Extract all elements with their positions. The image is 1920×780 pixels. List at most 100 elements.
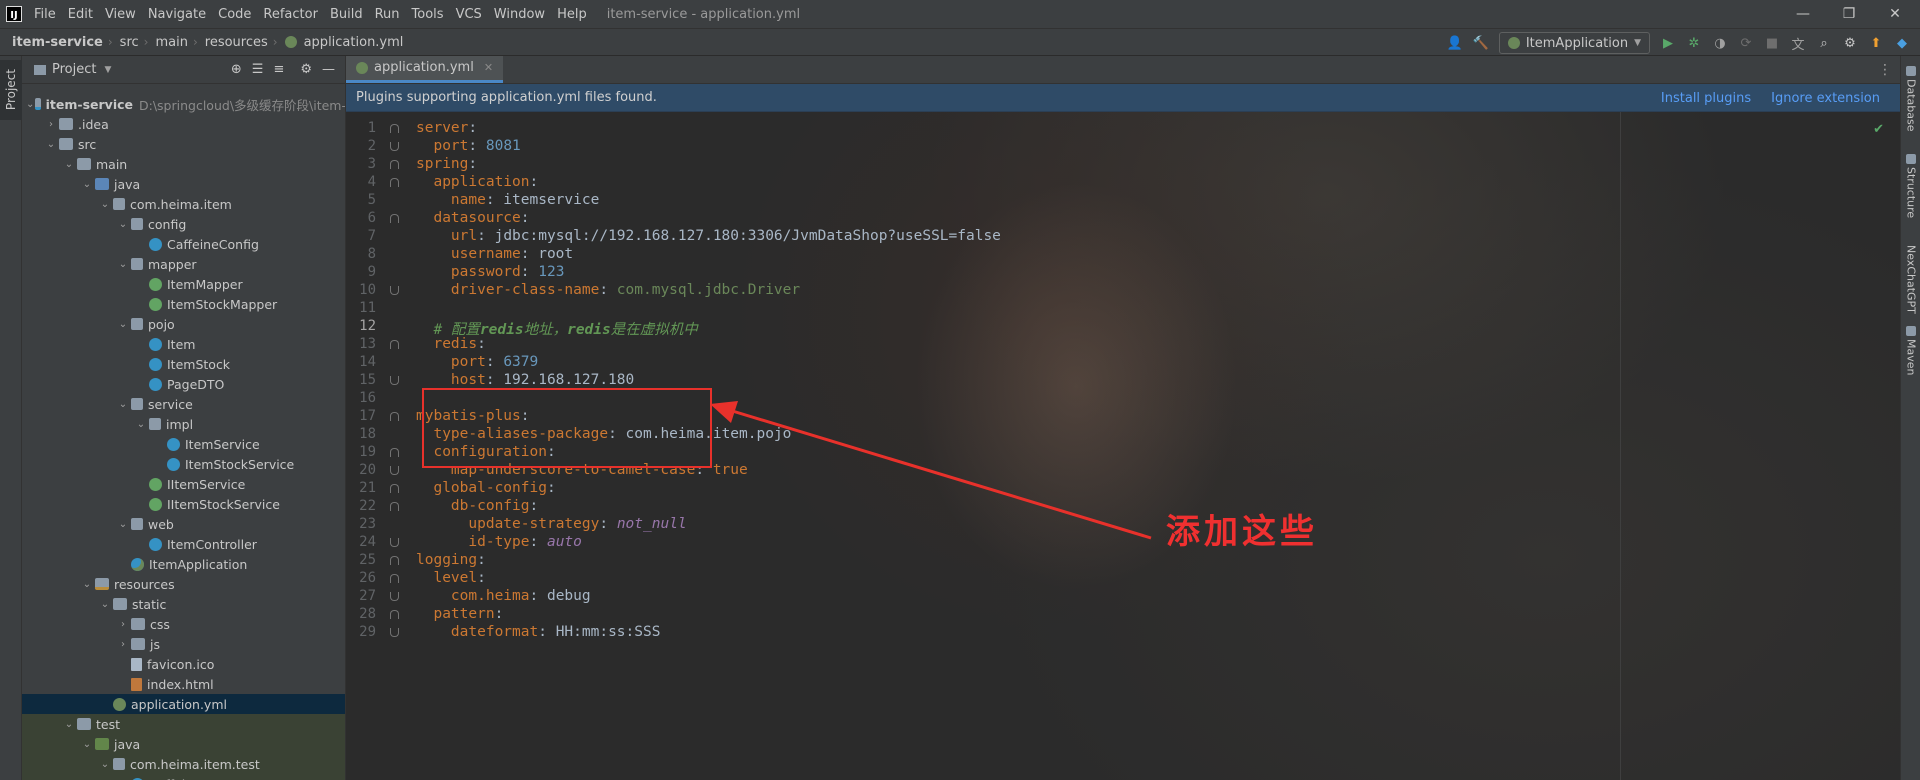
menu-help[interactable]: Help <box>551 7 593 22</box>
chevron-down-icon[interactable]: ⌄ <box>80 739 94 750</box>
fold-marker-icon[interactable] <box>390 448 399 457</box>
maven-tool-tab[interactable]: Maven <box>1901 326 1920 375</box>
tree-item[interactable]: favicon.ico <box>22 654 345 674</box>
fold-marker-icon[interactable] <box>390 178 399 187</box>
hide-icon[interactable]: — <box>322 62 335 77</box>
chevron-right-icon[interactable]: › <box>44 119 58 130</box>
tree-item[interactable]: index.html <box>22 674 345 694</box>
tab-application-yml[interactable]: application.yml ✕ <box>346 56 504 83</box>
fold-marker-icon[interactable] <box>390 160 399 169</box>
fold-marker-icon[interactable] <box>390 124 399 133</box>
menu-vcs[interactable]: VCS <box>450 7 488 22</box>
chevron-down-icon[interactable]: ⌄ <box>116 519 130 530</box>
chevron-down-icon[interactable]: ⌄ <box>98 599 112 610</box>
expand-all-icon[interactable]: ☰ <box>252 62 264 77</box>
tree-item[interactable]: PageDTO <box>22 374 345 394</box>
tree-item[interactable]: ⌄ config <box>22 214 345 234</box>
build-hammer-icon[interactable]: 🔨 <box>1473 35 1489 51</box>
menu-code[interactable]: Code <box>212 7 257 22</box>
settings-icon[interactable]: ⚙ <box>1842 35 1858 51</box>
tree-item[interactable]: ⌄ pojo <box>22 314 345 334</box>
breadcrumb-src[interactable]: src <box>116 35 141 50</box>
tree-item[interactable]: ⌄ java <box>22 174 345 194</box>
menu-window[interactable]: Window <box>488 7 551 22</box>
menu-edit[interactable]: Edit <box>62 7 99 22</box>
tree-item[interactable]: ⌄ test <box>22 714 345 734</box>
tree-item[interactable]: › css <box>22 614 345 634</box>
run-icon[interactable]: ▶ <box>1660 35 1676 51</box>
tree-item[interactable]: ⌄ service <box>22 394 345 414</box>
menu-view[interactable]: View <box>99 7 142 22</box>
minimize-icon[interactable]: — <box>1780 0 1826 28</box>
tree-item[interactable]: CaffeineConfig <box>22 234 345 254</box>
menu-run[interactable]: Run <box>369 7 406 22</box>
tree-item[interactable]: ⌄ java <box>22 734 345 754</box>
tree-item[interactable]: ⌄ item-service D:\springcloud\多级缓存阶段\item- <box>22 94 345 114</box>
tree-item[interactable]: › js <box>22 634 345 654</box>
profile-icon[interactable]: ⟳ <box>1738 35 1754 51</box>
chevron-down-icon[interactable]: ▼ <box>104 65 111 75</box>
user-icon[interactable]: 👤 <box>1447 35 1463 51</box>
gear-icon[interactable]: ⚙ <box>300 62 312 77</box>
stop-icon[interactable]: ■ <box>1764 35 1780 51</box>
chevron-down-icon[interactable]: ⌄ <box>80 179 94 190</box>
close-icon[interactable]: ✕ <box>1872 0 1918 28</box>
chevron-down-icon[interactable]: ⌄ <box>98 199 112 210</box>
menu-navigate[interactable]: Navigate <box>142 7 212 22</box>
breadcrumb-module[interactable]: item-service <box>0 35 105 50</box>
fold-marker-icon[interactable] <box>390 466 399 475</box>
tree-item[interactable]: application.yml <box>22 694 345 714</box>
install-plugins-link[interactable]: Install plugins <box>1661 91 1751 106</box>
chevron-down-icon[interactable]: ⌄ <box>26 99 34 110</box>
fold-marker-icon[interactable] <box>390 538 399 547</box>
chevron-down-icon[interactable]: ⌄ <box>80 579 94 590</box>
coverage-icon[interactable]: ◑ <box>1712 35 1728 51</box>
fold-marker-icon[interactable] <box>390 286 399 295</box>
fold-marker-icon[interactable] <box>390 214 399 223</box>
tree-item[interactable]: ItemStockService <box>22 454 345 474</box>
fold-marker-icon[interactable] <box>390 484 399 493</box>
menu-tools[interactable]: Tools <box>406 7 450 22</box>
tree-item[interactable]: ⌄ resources <box>22 574 345 594</box>
menu-build[interactable]: Build <box>324 7 369 22</box>
breadcrumb-resources[interactable]: resources <box>201 35 270 50</box>
fold-marker-icon[interactable] <box>390 412 399 421</box>
fold-marker-icon[interactable] <box>390 628 399 637</box>
tree-item[interactable]: IItemStockService <box>22 494 345 514</box>
breadcrumb-main[interactable]: main <box>151 35 189 50</box>
tree-item[interactable]: ⌄ com.heima.item <box>22 194 345 214</box>
structure-tool-tab[interactable]: Structure <box>1901 154 1920 218</box>
close-tab-icon[interactable]: ✕ <box>484 61 493 74</box>
run-configuration-dropdown[interactable]: ItemApplication ▼ <box>1498 32 1650 54</box>
database-tool-tab[interactable]: Database <box>1901 66 1920 132</box>
tree-item[interactable]: ItemService <box>22 434 345 454</box>
tree-item[interactable]: ItemController <box>22 534 345 554</box>
tree-item[interactable]: ItemStock <box>22 354 345 374</box>
chevron-right-icon[interactable]: › <box>116 619 130 630</box>
plugin-logo-icon[interactable]: ◆ <box>1894 35 1910 51</box>
chevron-down-icon[interactable]: ⌄ <box>134 419 148 430</box>
search-icon[interactable]: ⌕ <box>1816 35 1832 51</box>
tree-item[interactable]: Item <box>22 334 345 354</box>
translate-icon[interactable]: 文 <box>1790 35 1806 53</box>
chevron-down-icon[interactable]: ⌄ <box>98 759 112 770</box>
chevron-down-icon[interactable]: ⌄ <box>116 219 130 230</box>
tree-item[interactable]: ⌄ impl <box>22 414 345 434</box>
fold-marker-icon[interactable] <box>390 574 399 583</box>
tree-item[interactable]: ⌄ static <box>22 594 345 614</box>
restore-icon[interactable]: ❐ <box>1826 0 1872 28</box>
chevron-right-icon[interactable]: › <box>116 639 130 650</box>
fold-marker-icon[interactable] <box>390 556 399 565</box>
fold-marker-icon[interactable] <box>390 502 399 511</box>
fold-marker-icon[interactable] <box>390 376 399 385</box>
chevron-down-icon[interactable]: ⌄ <box>116 399 130 410</box>
tree-item[interactable]: CaffeineTest <box>22 774 345 780</box>
tree-item[interactable]: ItemMapper <box>22 274 345 294</box>
tree-item[interactable]: ⌄ src <box>22 134 345 154</box>
tree-item[interactable]: ItemStockMapper <box>22 294 345 314</box>
more-tabs-icon[interactable]: ⋮ <box>1878 62 1892 78</box>
chevron-down-icon[interactable]: ⌄ <box>116 259 130 270</box>
tree-item[interactable]: ⌄ mapper <box>22 254 345 274</box>
debug-icon[interactable]: ✲ <box>1686 35 1702 51</box>
chevron-down-icon[interactable]: ⌄ <box>44 139 58 150</box>
